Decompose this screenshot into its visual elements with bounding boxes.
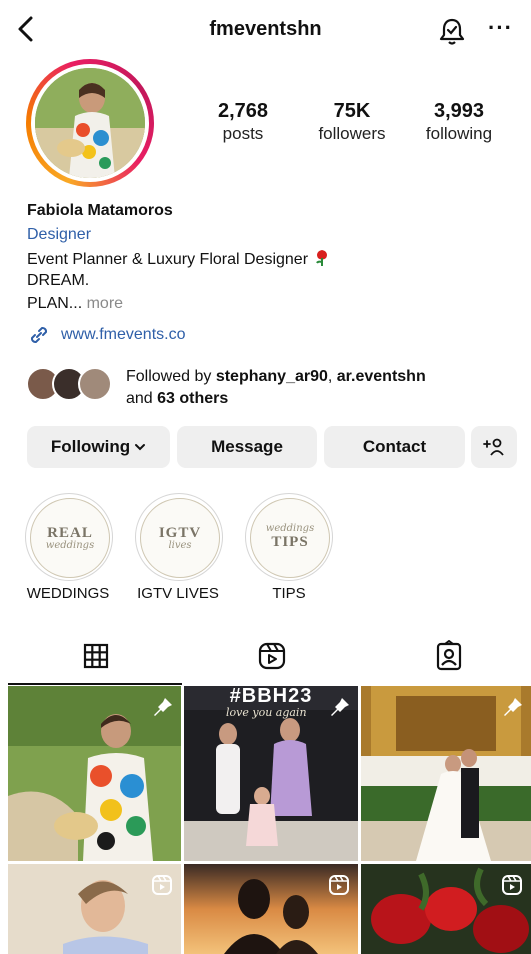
followed-sep: , xyxy=(327,368,337,385)
followed-by-text[interactable]: Followed by stephany_ar90, ar.eventshn a… xyxy=(126,366,506,410)
highlight-label[interactable]: WEDDINGS xyxy=(8,585,128,602)
grid-icon[interactable] xyxy=(80,640,112,672)
message-button[interactable]: Message xyxy=(177,426,317,468)
bio-more-link[interactable]: more xyxy=(82,295,123,312)
avatar-figure xyxy=(35,68,145,178)
post-thumbnail-2[interactable]: #BBH23 love you again xyxy=(184,686,358,861)
highlight-tips[interactable]: weddings TIPS xyxy=(245,493,333,581)
highlight-cover: weddings TIPS xyxy=(250,498,330,578)
bio-line-3: PLAN... more xyxy=(27,295,123,313)
pin-icon xyxy=(331,697,349,716)
post-thumbnail-4[interactable] xyxy=(8,864,181,954)
highlight-igtv-lives[interactable]: IGTV lives xyxy=(135,493,223,581)
active-tab-indicator xyxy=(8,683,182,685)
tagged-icon[interactable] xyxy=(433,640,465,672)
bell-icon[interactable] xyxy=(437,16,467,46)
add-person-button[interactable] xyxy=(471,426,517,468)
followed-prefix: Followed by xyxy=(126,368,216,385)
highlight-cover-script: lives xyxy=(168,540,192,551)
mutual-user-1[interactable]: stephany_ar90 xyxy=(216,368,328,385)
highlight-cover-script: weddings xyxy=(45,540,95,551)
bio-line-1-text: Event Planner & Luxury Floral Designer xyxy=(27,251,309,268)
pin-icon xyxy=(504,697,522,716)
profile-category: Designer xyxy=(27,226,92,243)
followed-and: and xyxy=(126,390,158,407)
contact-button[interactable]: Contact xyxy=(324,426,465,468)
bio-line-2: DREAM. xyxy=(27,272,90,289)
message-button-label: Message xyxy=(211,437,283,456)
highlight-label[interactable]: IGTV LIVES xyxy=(118,585,238,602)
highlight-weddings[interactable]: REAL weddings xyxy=(25,493,113,581)
chevron-down-icon xyxy=(135,444,146,451)
following-count[interactable]: 3,993 xyxy=(404,100,514,123)
posts-count[interactable]: 2,768 xyxy=(188,100,298,123)
mutual-user-2[interactable]: ar.eventshn xyxy=(337,368,426,385)
highlight-cover-script: weddings xyxy=(265,523,315,534)
following-button[interactable]: Following xyxy=(27,426,170,468)
highlight-label[interactable]: TIPS xyxy=(229,585,349,602)
pin-icon xyxy=(154,697,172,716)
reel-badge-icon xyxy=(502,875,522,895)
add-person-icon xyxy=(483,438,504,456)
post-thumbnail-1[interactable] xyxy=(8,686,181,861)
post-thumbnail-5[interactable] xyxy=(184,864,358,954)
post-thumbnail-3[interactable] xyxy=(361,686,531,861)
contact-button-label: Contact xyxy=(362,437,427,456)
highlight-cover: IGTV lives xyxy=(140,498,220,578)
rose-icon xyxy=(316,250,328,266)
highlight-cover: REAL weddings xyxy=(30,498,110,578)
following-button-label: Following xyxy=(50,437,131,456)
website-link[interactable]: www.fmevents.co xyxy=(61,326,185,344)
highlight-cover-title: TIPS xyxy=(271,534,309,550)
link-icon xyxy=(30,326,48,344)
post-overlay-script: love you again xyxy=(226,706,307,719)
mutual-avatar-3[interactable] xyxy=(78,367,112,401)
reels-icon[interactable] xyxy=(256,640,288,672)
following-label[interactable]: following xyxy=(404,124,514,144)
followers-count[interactable]: 75K xyxy=(297,100,407,123)
bio-line-3-text: PLAN... xyxy=(27,295,83,312)
followers-label[interactable]: followers xyxy=(297,124,407,144)
profile-name: Fabiola Matamoros xyxy=(27,202,173,219)
more-options-icon[interactable]: ··· xyxy=(488,16,514,44)
bio-line-1: Event Planner & Luxury Floral Designer xyxy=(27,249,330,269)
avatar[interactable] xyxy=(35,68,145,178)
posts-label[interactable]: posts xyxy=(188,124,298,144)
post-thumbnail-6[interactable] xyxy=(361,864,531,954)
mutual-others[interactable]: 63 others xyxy=(157,390,228,407)
reel-badge-icon xyxy=(152,875,172,895)
reel-badge-icon xyxy=(329,875,349,895)
